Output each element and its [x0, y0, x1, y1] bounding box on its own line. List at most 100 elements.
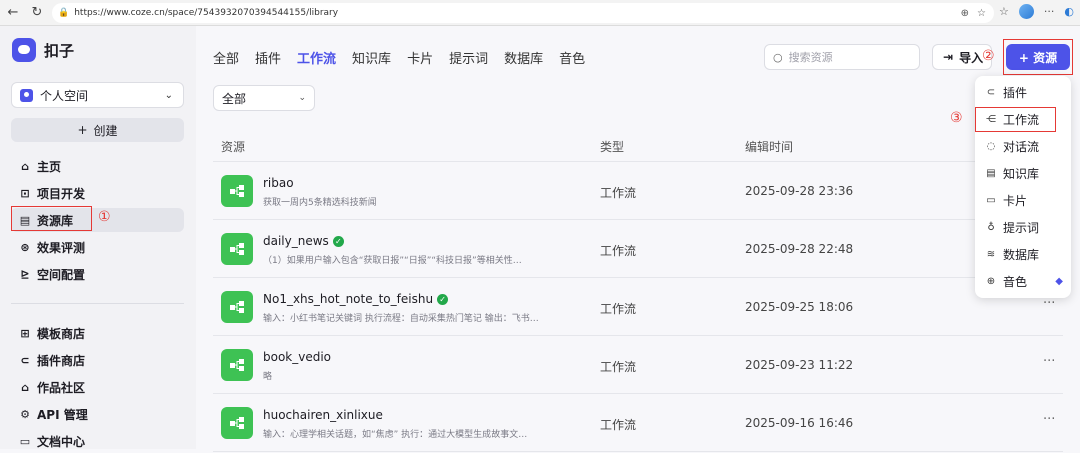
create-label: 创建: [93, 123, 118, 138]
row-name-text: No1_xhs_hot_note_to_feishu: [263, 292, 434, 306]
favorite-icon[interactable]: ☆: [977, 8, 986, 19]
plus-icon: +: [77, 123, 88, 137]
more-options-icon[interactable]: ···: [1043, 412, 1055, 427]
row-desc: 略: [263, 372, 273, 382]
voice-icon: ⊕: [986, 275, 996, 287]
profile-avatar[interactable]: [1018, 4, 1034, 19]
row-time: 2025-09-25 18:06: [745, 300, 854, 314]
table-row[interactable]: ribao 获取一周内5条精选科技新闻 工作流 2025-09-28 23:36: [213, 162, 1063, 220]
sidebar-item-project[interactable]: ⊡ 项目开发: [11, 181, 184, 205]
sidebar-item-docs[interactable]: ▭ 文档中心: [11, 429, 184, 453]
space-selector[interactable]: 个人空间 ⌄: [11, 82, 184, 108]
verified-check-icon: ✓: [332, 235, 344, 247]
tab-card[interactable]: 卡片: [407, 48, 433, 67]
table-header: 资源 类型 编辑时间: [213, 130, 1063, 162]
coze-logo-icon: [12, 38, 36, 62]
back-icon[interactable]: ←: [2, 2, 24, 24]
chevron-down-icon: ⌄: [164, 89, 173, 101]
sidebar-item-plugin-store[interactable]: ⊂ 插件商店: [11, 348, 184, 372]
row-name-text: huochairen_xinlixue: [263, 408, 383, 422]
url-text: https://www.coze.cn/space/75439320703945…: [74, 8, 339, 18]
lock-icon: 🔒: [58, 8, 70, 18]
sidebar-item-config[interactable]: ⊵ 空间配置: [11, 262, 184, 286]
row-type: 工作流: [600, 418, 637, 432]
card-icon: ▭: [986, 194, 996, 206]
menu-item-chatflow[interactable]: ◌ 对话流: [981, 134, 1065, 158]
row-desc: 输入：小红书笔记关键词 执行流程：自动采集热门笔记 输出：飞书…: [263, 314, 539, 324]
sidebar-item-label: 主页: [37, 159, 62, 174]
search-input[interactable]: ○ 搜索资源: [764, 44, 920, 70]
more-options-icon[interactable]: ···: [1043, 354, 1055, 369]
table-row[interactable]: huochairen_xinlixue 输入：心理学相关话题，如“焦虑” 执行：…: [213, 394, 1063, 452]
create-button[interactable]: + 创建: [11, 118, 184, 142]
search-icon: ○: [773, 50, 783, 64]
row-name-text: book_vedio: [263, 350, 332, 364]
chevron-down-icon: ⌄: [298, 93, 306, 103]
sidebar-item-template-store[interactable]: ⊞ 模板商店: [11, 321, 184, 345]
row-type: 工作流: [600, 302, 637, 316]
workflow-icon: [221, 175, 253, 207]
annotation-label-2: ②: [982, 48, 995, 64]
api-icon: ⚙: [20, 407, 30, 421]
address-bar[interactable]: 🔒 https://www.coze.cn/space/754393207039…: [52, 3, 994, 23]
more-icon[interactable]: ···: [1044, 5, 1055, 18]
sidebar-item-label: 作品社区: [37, 380, 86, 395]
resource-tabs: 全部 插件 工作流 知识库 卡片 提示词 数据库 音色: [213, 48, 585, 67]
table-row[interactable]: book_vedio 略 工作流 2025-09-23 11:22 ···: [213, 336, 1063, 394]
main-content: 全部 插件 工作流 知识库 卡片 提示词 数据库 音色 ○ 搜索资源 ⇥ 导入 …: [196, 26, 1080, 452]
sidebar-item-label: API 管理: [37, 407, 88, 422]
reload-icon[interactable]: ↻: [26, 2, 48, 24]
tab-prompt[interactable]: 提示词: [449, 48, 488, 67]
menu-item-label: 卡片: [1003, 193, 1028, 208]
template-icon: ⊞: [20, 326, 30, 340]
sidebar-item-api[interactable]: ⚙ API 管理: [11, 402, 184, 426]
sidebar-item-label: 插件商店: [37, 353, 86, 368]
menu-item-label: 对话流: [1003, 139, 1040, 154]
evaluate-icon: ⊛: [20, 240, 30, 254]
tab-database[interactable]: 数据库: [504, 48, 543, 67]
tab-all[interactable]: 全部: [213, 48, 239, 67]
menu-item-prompt[interactable]: ♁ 提示词: [981, 215, 1065, 239]
filter-value: 全部: [222, 91, 247, 106]
row-time: 2025-09-23 11:22: [745, 358, 854, 372]
app-logo[interactable]: 扣子: [12, 38, 74, 62]
row-time: 2025-09-16 16:46: [745, 416, 854, 430]
menu-item-card[interactable]: ▭ 卡片: [981, 188, 1065, 212]
sidebar-item-home[interactable]: ⌂ 主页: [11, 154, 184, 178]
annotation-box-2: [1003, 39, 1073, 75]
row-name-text: ribao: [263, 176, 294, 190]
type-filter-select[interactable]: 全部 ⌄: [213, 85, 315, 111]
docs-icon: ▭: [19, 434, 31, 448]
app-name: 扣子: [44, 41, 75, 60]
table-row[interactable]: No1_xhs_hot_note_to_feishu ✓ 输入：小红书笔记关键词 …: [213, 278, 1063, 336]
workflow-icon: [221, 407, 253, 439]
sidebar-item-community[interactable]: ⌂ 作品社区: [11, 375, 184, 399]
plugin-icon: ⊂: [20, 353, 30, 367]
menu-item-voice[interactable]: ⊕ 音色 ◆: [981, 269, 1065, 293]
menu-item-knowledge[interactable]: ▤ 知识库: [981, 161, 1065, 185]
table-row[interactable]: daily_news ✓ （1）如果用户输入包含“获取日报”“日报”“科技日报”等…: [213, 220, 1063, 278]
plugin-icon: ⊂: [986, 86, 996, 98]
tab-voice[interactable]: 音色: [559, 48, 585, 67]
tab-workflow[interactable]: 工作流: [297, 48, 336, 67]
header-resource: 资源: [221, 140, 246, 154]
user-icon: [20, 88, 33, 102]
row-name: book_vedio: [263, 350, 331, 364]
tab-plugin[interactable]: 插件: [255, 48, 281, 67]
import-label: 导入: [959, 50, 984, 65]
knowledge-icon: ▤: [986, 167, 996, 179]
zoom-icon[interactable]: ⊕: [961, 8, 969, 19]
row-type: 工作流: [600, 186, 637, 200]
collections-icon[interactable]: ☆: [999, 5, 1009, 18]
verified-check-icon: ✓: [437, 293, 449, 305]
menu-item-database[interactable]: ≋ 数据库: [981, 242, 1065, 266]
more-options-icon[interactable]: ···: [1043, 296, 1055, 311]
row-time: 2025-09-28 22:48: [745, 242, 854, 256]
row-name: ribao: [263, 176, 294, 190]
database-icon: ≋: [986, 248, 996, 260]
tab-knowledge[interactable]: 知识库: [352, 48, 391, 67]
sidebar-item-evaluate[interactable]: ⊛ 效果评测: [11, 235, 184, 259]
menu-item-plugin[interactable]: ⊂ 插件: [981, 80, 1065, 104]
menu-item-label: 提示词: [1003, 220, 1040, 235]
copilot-icon[interactable]: ◐: [1064, 5, 1074, 18]
